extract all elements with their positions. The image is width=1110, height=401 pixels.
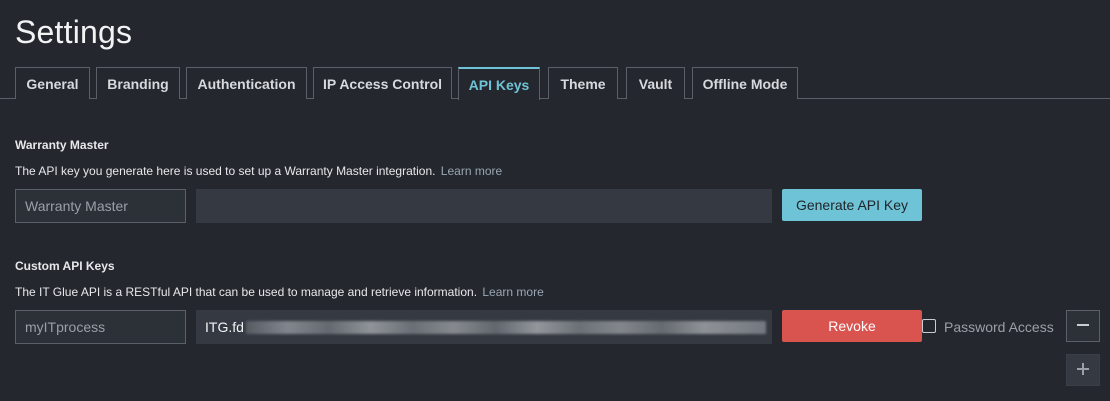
password-access-label: Password Access	[944, 319, 1054, 335]
generate-api-key-button[interactable]: Generate API Key	[782, 189, 922, 221]
minus-icon	[1076, 315, 1090, 338]
tab-vault[interactable]: Vault	[626, 67, 685, 99]
custom-key-prefix: ITG.fd	[205, 319, 244, 335]
warranty-section-title: Warranty Master	[15, 138, 109, 152]
warranty-api-key-field[interactable]	[196, 189, 772, 223]
warranty-name-field[interactable]: Warranty Master	[15, 189, 186, 223]
settings-page: Settings General Branding Authentication…	[0, 0, 1110, 401]
tab-api-keys[interactable]: API Keys	[458, 67, 540, 100]
custom-keys-learn-more-link[interactable]: Learn more	[482, 285, 543, 299]
custom-keys-section-title: Custom API Keys	[15, 259, 115, 273]
plus-icon	[1076, 359, 1090, 382]
tab-theme[interactable]: Theme	[548, 67, 618, 99]
password-access-checkbox[interactable]	[922, 319, 936, 333]
page-title: Settings	[15, 14, 133, 50]
custom-keys-description: The IT Glue API is a RESTful API that ca…	[15, 285, 544, 299]
remove-key-button[interactable]	[1066, 310, 1100, 342]
tab-authentication[interactable]: Authentication	[186, 67, 307, 99]
revoke-button[interactable]: Revoke	[782, 310, 922, 342]
settings-tabs: General Branding Authentication IP Acces…	[0, 67, 1110, 100]
tab-branding[interactable]: Branding	[96, 67, 180, 99]
custom-keys-description-text: The IT Glue API is a RESTful API that ca…	[15, 285, 478, 299]
warranty-description: The API key you generate here is used to…	[15, 164, 502, 178]
tab-offline-mode[interactable]: Offline Mode	[692, 67, 798, 99]
tab-general[interactable]: General	[15, 67, 90, 99]
redacted-key-blur	[245, 320, 766, 334]
custom-key-value-field[interactable]: ITG.fd	[196, 310, 772, 344]
custom-key-name-field[interactable]: myITprocess	[15, 310, 186, 344]
warranty-learn-more-link[interactable]: Learn more	[441, 164, 502, 178]
add-key-button[interactable]	[1066, 354, 1100, 386]
tab-ip-access-control[interactable]: IP Access Control	[313, 67, 452, 99]
warranty-description-text: The API key you generate here is used to…	[15, 164, 436, 178]
